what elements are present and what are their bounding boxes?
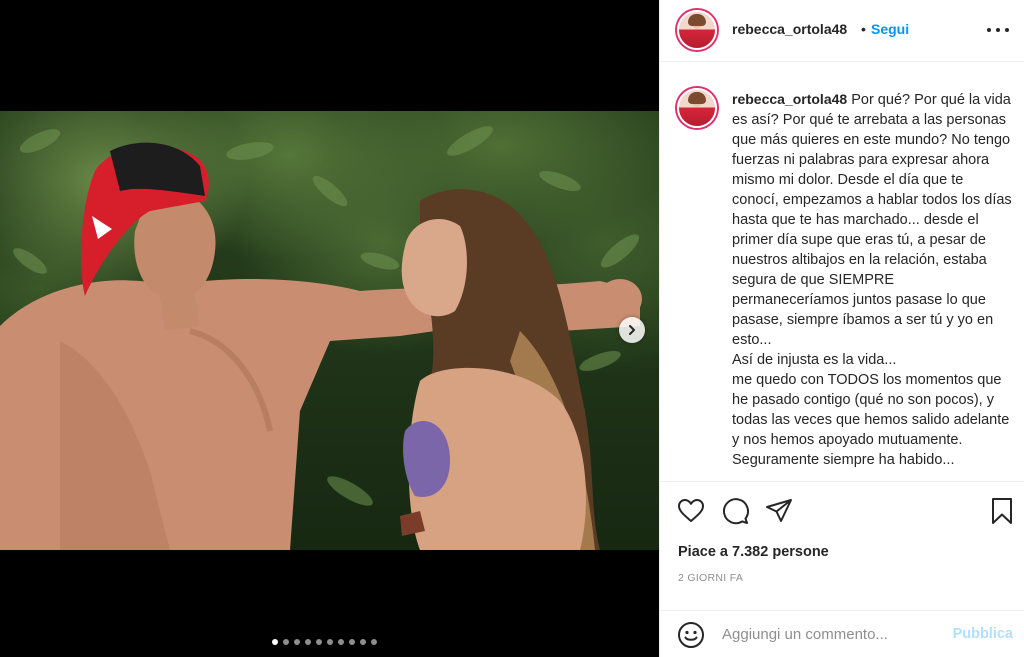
carousel-dot bbox=[294, 639, 300, 645]
carousel-dot bbox=[360, 639, 366, 645]
photo-illustration bbox=[0, 126, 642, 550]
share-icon[interactable] bbox=[764, 496, 794, 526]
comments-section[interactable]: rebecca_ortola48 Por qué? Por qué la vid… bbox=[660, 63, 1024, 481]
comment-input[interactable] bbox=[722, 621, 942, 647]
carousel-dot bbox=[327, 639, 333, 645]
add-comment-bar: Pubblica bbox=[660, 610, 1024, 657]
header-username[interactable]: rebecca_ortola48 bbox=[732, 21, 847, 37]
publish-button[interactable]: Pubblica bbox=[953, 626, 1013, 642]
post-photo[interactable] bbox=[0, 111, 659, 550]
chevron-right-icon bbox=[629, 325, 635, 335]
carousel-dot bbox=[283, 639, 289, 645]
carousel-indicator bbox=[272, 639, 377, 645]
heart-icon[interactable] bbox=[676, 496, 706, 526]
carousel-dot bbox=[338, 639, 344, 645]
follow-button[interactable]: Segui bbox=[871, 21, 909, 37]
action-bar bbox=[660, 481, 1024, 541]
likes-number: 7.382 bbox=[732, 544, 769, 560]
carousel-dot bbox=[305, 639, 311, 645]
carousel-dot bbox=[349, 639, 355, 645]
caption-avatar[interactable] bbox=[677, 88, 717, 128]
carousel-dot bbox=[272, 639, 278, 645]
carousel-dot bbox=[316, 639, 322, 645]
header-separator: • bbox=[861, 21, 866, 37]
caption-username[interactable]: rebecca_ortola48 bbox=[732, 91, 847, 107]
bookmark-icon[interactable] bbox=[987, 496, 1017, 526]
post-side-panel: rebecca_ortola48 • Segui rebecca_ortola4… bbox=[659, 0, 1024, 657]
likes-suffix: persone bbox=[768, 544, 829, 560]
post-caption: rebecca_ortola48 Por qué? Por qué la vid… bbox=[732, 89, 1014, 470]
avatar[interactable] bbox=[677, 10, 717, 50]
carousel-dot bbox=[371, 639, 377, 645]
comment-icon[interactable] bbox=[720, 496, 750, 526]
likes-prefix: Piace a bbox=[678, 544, 733, 560]
caption-text: Por qué? Por qué la vida es así? Por qué… bbox=[732, 92, 1012, 468]
post-header: rebecca_ortola48 • Segui bbox=[660, 0, 1024, 62]
post-media bbox=[0, 0, 659, 657]
emoji-icon[interactable] bbox=[677, 621, 705, 649]
likes-count[interactable]: Piace a 7.382 persone bbox=[678, 544, 829, 560]
more-options-icon[interactable] bbox=[987, 20, 1009, 40]
carousel-next-button[interactable] bbox=[619, 317, 645, 343]
post-timestamp[interactable]: 2 GIORNI FA bbox=[678, 572, 743, 584]
